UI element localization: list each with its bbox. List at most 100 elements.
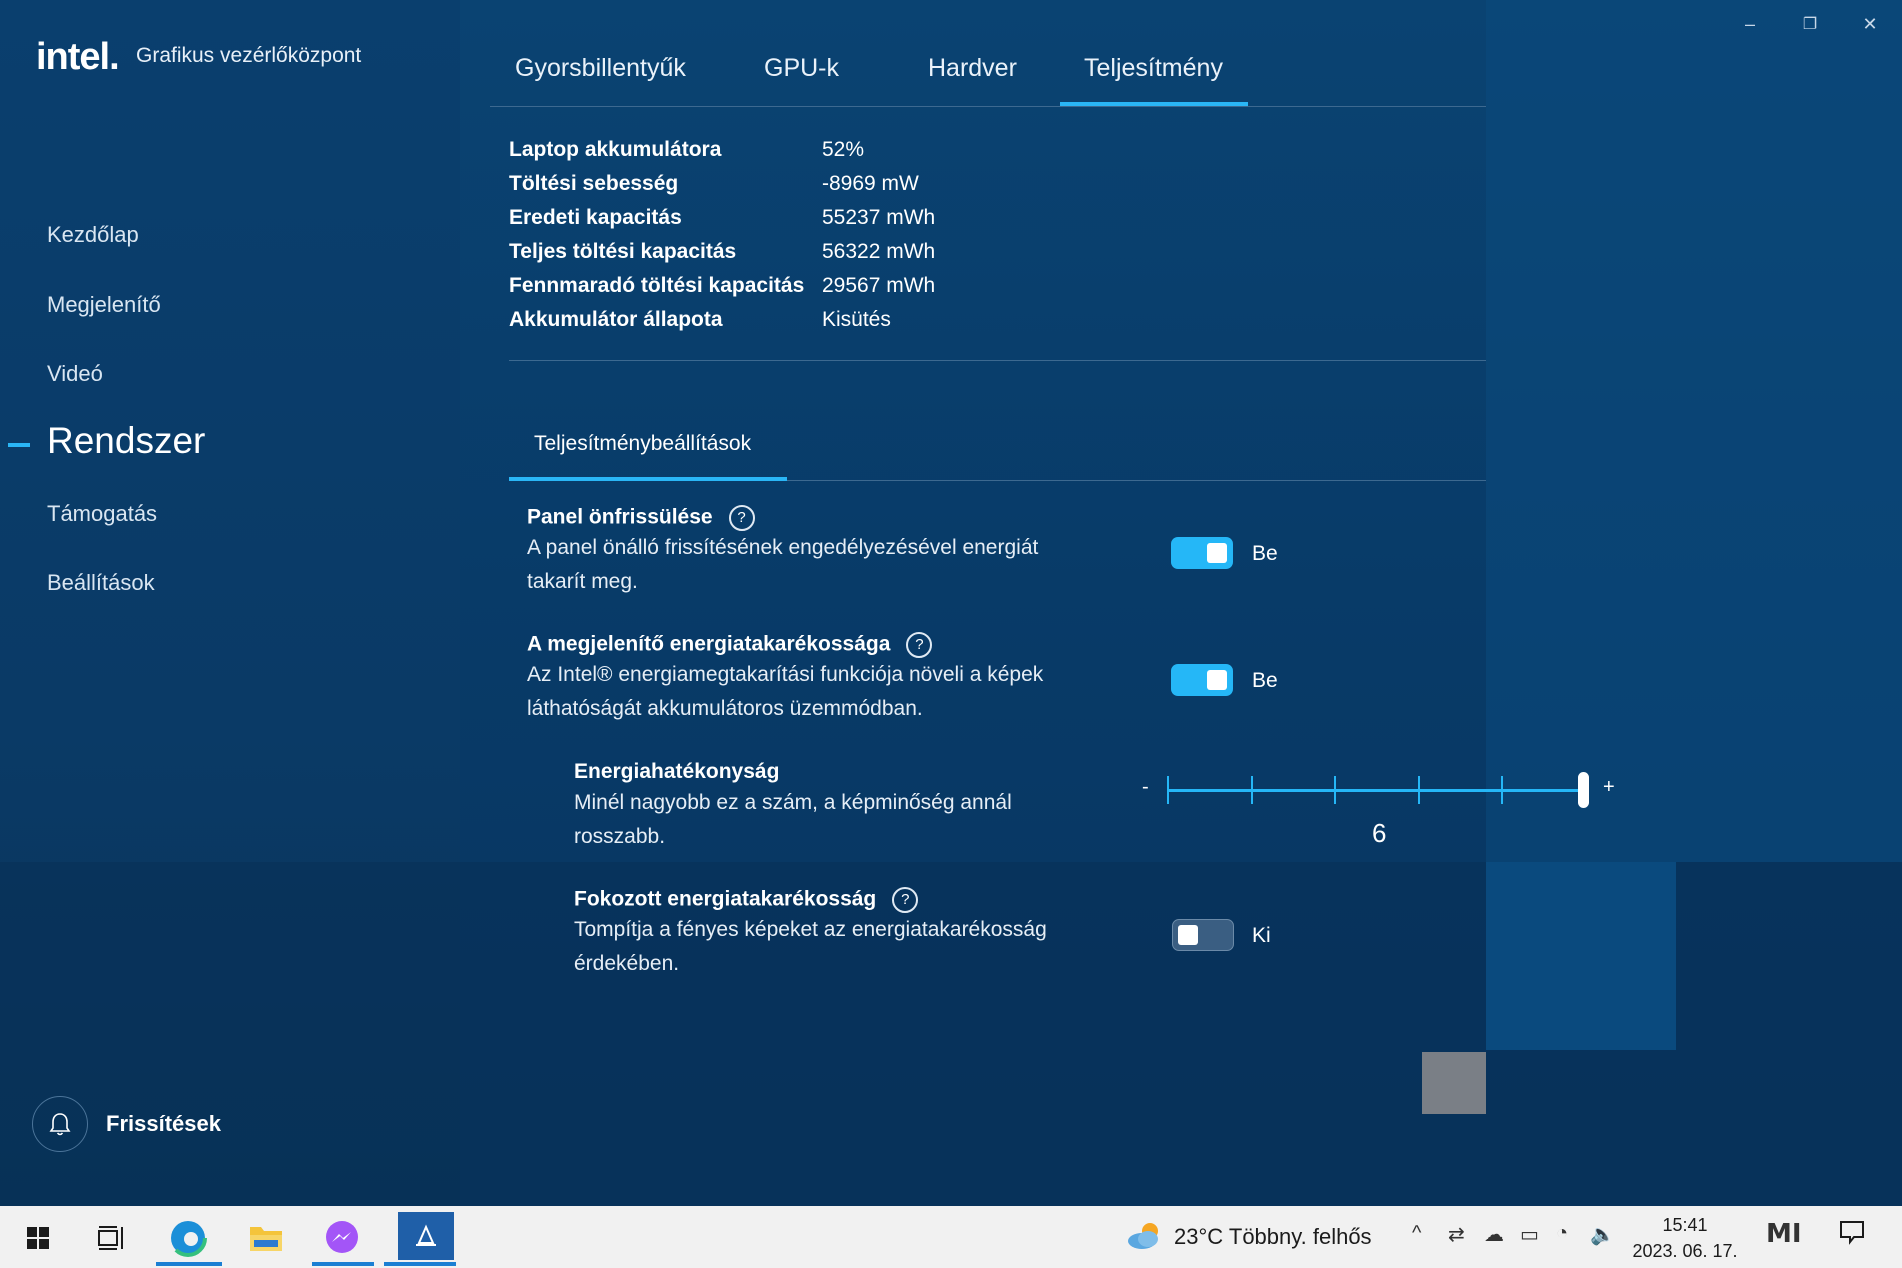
info-value: Kisütés [822,308,891,331]
toggle-state-label: Be [1252,542,1278,565]
file-explorer-button[interactable] [244,1216,288,1260]
setting-description: Az Intel® energiamegtakarítási funkciója… [527,658,1067,726]
info-key: Töltési sebesség [509,172,679,195]
description-line: A panel önálló frissítésének engedélyezé… [527,536,1039,559]
intel-graphics-button[interactable] [398,1212,454,1260]
network-switch-icon[interactable]: ⇄ [1448,1222,1465,1247]
display-power-toggle[interactable] [1171,664,1233,696]
toggle-knob [1207,670,1227,690]
info-row: Töltési sebesség -8969 mW [509,172,1109,206]
description-line: takarít meg. [527,570,638,593]
panel-refresh-title: Panel önfrissülése [527,505,713,529]
info-row: Akkumulátor állapota Kisütés [509,308,1109,342]
weather-cloud-icon[interactable] [1124,1220,1164,1252]
notification-icon [1840,1221,1864,1245]
app-title: Grafikus vezérlőközpont [136,44,362,67]
updates-label[interactable]: Frissítések [106,1111,221,1137]
info-row: Fennmaradó töltési kapacitás 29567 mWh [509,274,1109,308]
slider-max-label: + [1603,776,1615,798]
tab-performance[interactable]: Teljesítmény [1084,54,1223,83]
weather-widget[interactable]: 23°C Többny. felhős [1174,1224,1372,1250]
divider [509,360,1486,361]
setting-title: A megjelenítő energiatakarékossága? [527,632,933,658]
panel-refresh-toggle[interactable] [1171,537,1233,569]
start-button[interactable] [16,1216,60,1260]
close-button[interactable]: ✕ [1840,8,1900,40]
edge-icon [169,1219,207,1257]
info-value: 56322 mWh [822,240,936,263]
toggle-state-label: Ki [1252,924,1271,947]
onedrive-cloud-icon[interactable]: ☁ [1484,1222,1504,1247]
tab-shortcuts[interactable]: Gyorsbillentyűk [515,54,686,83]
setting-description: A panel önálló frissítésének engedélyezé… [527,531,1067,599]
active-app-underline [312,1262,374,1266]
sidebar-item-system[interactable]: Rendszer [47,420,205,462]
efficiency-slider-track[interactable] [1167,789,1584,792]
weather-description: Többny. felhős [1228,1224,1372,1249]
sidebar-item-settings[interactable]: Beállítások [47,570,155,596]
tab-performance-settings[interactable]: Teljesítménybeállítások [534,432,751,456]
enhanced-power-toggle[interactable] [1172,919,1234,951]
description-line: Tompítja a fényes képeket az energiataka… [574,918,1047,941]
active-app-underline [384,1262,456,1266]
sidebar-item-home[interactable]: Kezdőlap [47,222,139,248]
enhanced-power-title: Fokozott energiatakarékosság [574,887,877,911]
slider-tick [1501,776,1503,804]
help-icon[interactable]: ? [906,632,933,658]
weather-temperature: 23°C [1174,1224,1224,1249]
tab-hardware[interactable]: Hardver [928,54,1017,83]
sidebar-item-display[interactable]: Megjelenítő [47,292,161,318]
wifi-icon[interactable]: ◔ [1556,1222,1568,1245]
active-subtab-indicator [509,477,787,481]
toggle-knob [1207,543,1227,563]
display-power-title: A megjelenítő energiatakarékossága [527,632,891,656]
task-view-icon [98,1226,123,1250]
messenger-button[interactable] [320,1216,364,1260]
efficiency-value: 6 [1372,818,1387,848]
slider-tick [1251,776,1253,804]
info-key: Teljes töltési kapacitás [509,240,737,263]
help-icon[interactable]: ? [892,887,919,913]
windows-icon [27,1227,49,1249]
app-tray-icon[interactable]: ⅯⅠ [1766,1218,1802,1249]
bell-icon [49,1113,71,1136]
app-window: intel. Grafikus vezérlőközpont – ❐ ✕ Gyo… [0,0,1902,1206]
info-row: Eredeti kapacitás 55237 mWh [509,206,1109,240]
background-decoration [1486,862,1676,1050]
help-icon[interactable]: ? [728,505,755,531]
description-line: érdekében. [574,952,680,975]
setting-title: Fokozott energiatakarékosság? [574,887,919,913]
info-value: 52% [822,138,865,161]
description-line: Az Intel® energiamegtakarítási funkciója… [527,663,1044,686]
folder-icon [250,1227,282,1251]
toggle-state-label: Be [1252,669,1278,692]
background-decoration [1486,0,1902,862]
info-value: 55237 mWh [822,206,936,229]
updates-button[interactable] [32,1096,88,1152]
toggle-knob [1178,925,1198,945]
minimize-button[interactable]: – [1720,8,1780,40]
notification-center-button[interactable] [1838,1218,1866,1252]
intel-graphics-icon [416,1224,436,1246]
efficiency-slider-thumb[interactable] [1578,772,1589,808]
info-value: -8969 mW [822,172,919,195]
slider-tick [1167,776,1169,804]
setting-title: Panel önfrissülése? [527,505,755,531]
battery-icon[interactable]: ▭ [1520,1222,1539,1247]
messenger-icon [326,1221,358,1253]
clock[interactable]: 15:41 2023. 06. 17. [1610,1212,1760,1264]
task-view-button[interactable] [90,1216,134,1260]
clock-date: 2023. 06. 17. [1632,1241,1738,1261]
restore-button[interactable]: ❐ [1780,8,1840,40]
edge-browser-button[interactable] [166,1216,210,1260]
show-hidden-icons-button[interactable]: ^ [1412,1222,1421,1245]
tab-gpus[interactable]: GPU-k [764,54,839,83]
slider-tick [1418,776,1420,804]
active-tab-indicator [1060,102,1248,106]
sidebar-item-support[interactable]: Támogatás [47,501,157,527]
tab-divider [490,106,1486,107]
intel-logo: intel. [36,36,120,78]
sidebar-item-video[interactable]: Videó [47,361,103,387]
slider-min-label: - [1142,776,1149,798]
info-row: Teljes töltési kapacitás 56322 mWh [509,240,1109,274]
